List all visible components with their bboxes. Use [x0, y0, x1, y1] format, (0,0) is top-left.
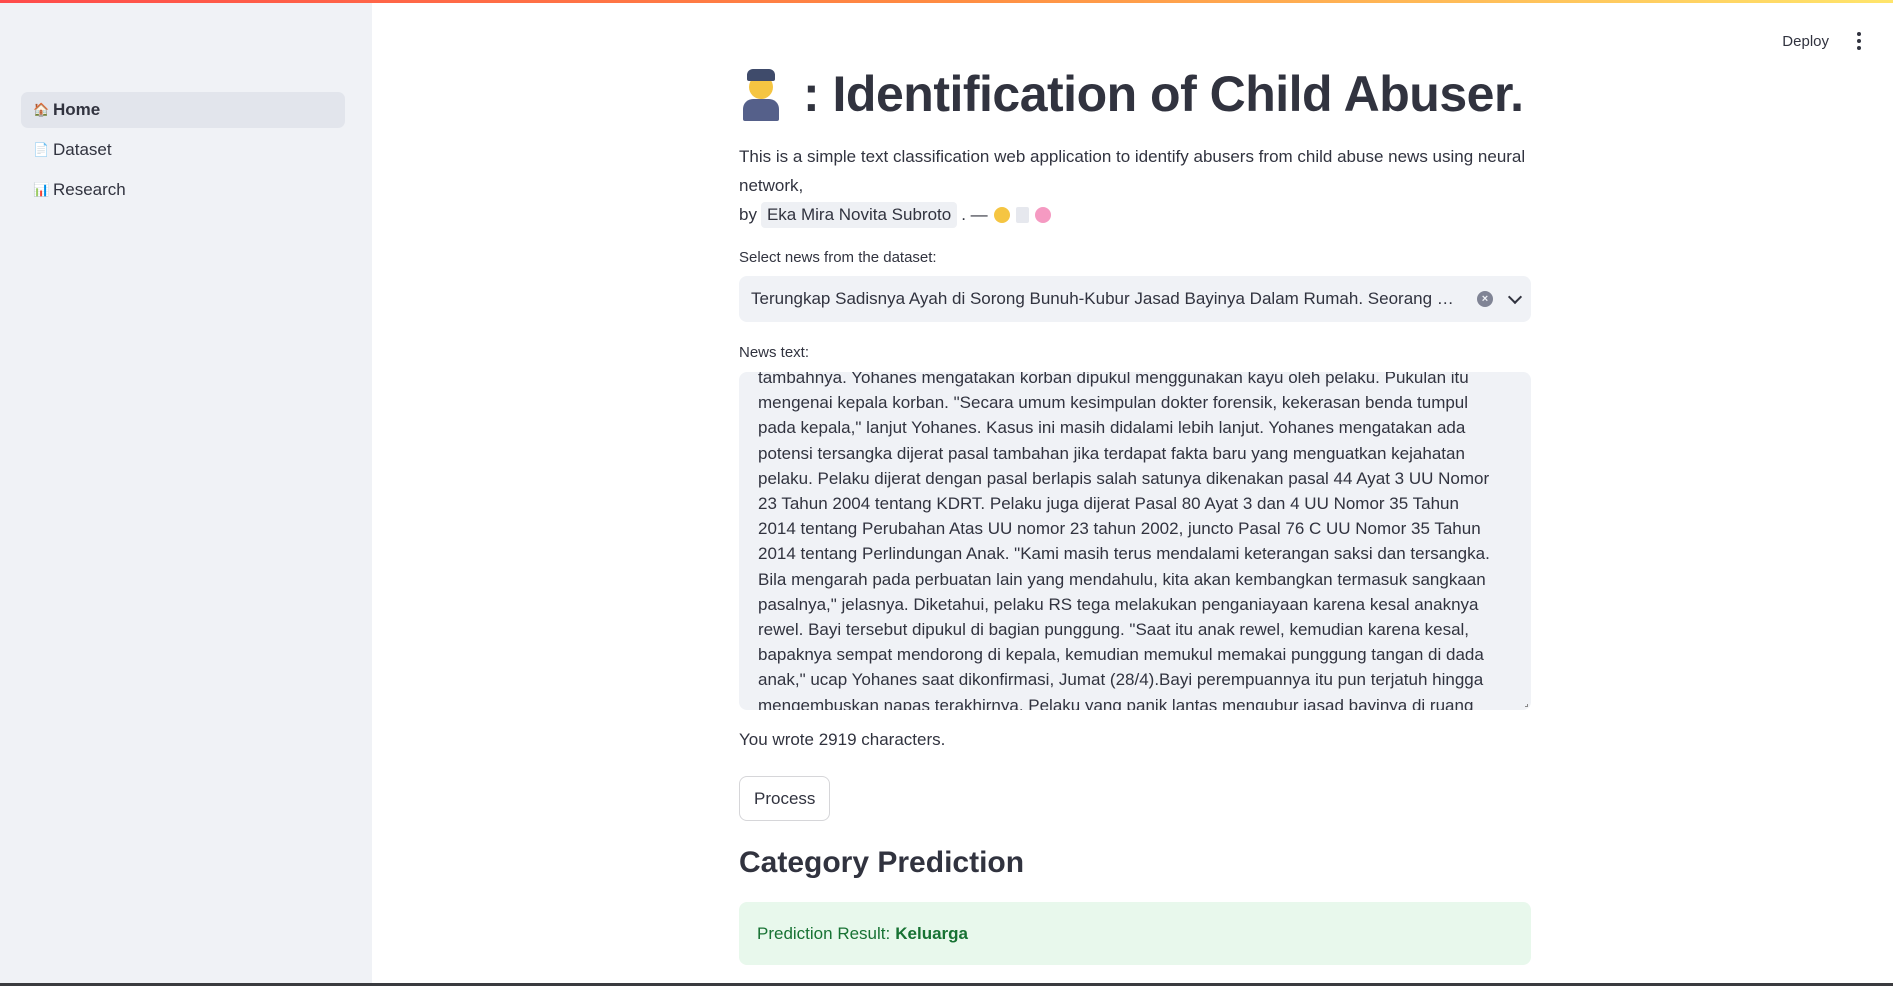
deploy-button[interactable]: Deploy: [1782, 33, 1829, 50]
prediction-result: Prediction Result: Keluarga: [739, 902, 1531, 965]
header-actions: Deploy: [1782, 28, 1865, 54]
bar-chart-icon: 📊: [33, 182, 50, 197]
old-person-icon: [993, 206, 1010, 223]
page-title-text: : Identification of Child Abuser.: [803, 66, 1524, 122]
document-icon: 📄: [33, 142, 50, 157]
police-officer-icon: [739, 67, 785, 121]
intro-text: This is a simple text classification web…: [739, 142, 1531, 229]
sidebar: 🏠 Home 📄 Dataset 📊 Research: [0, 3, 372, 983]
news-text-label: News text:: [739, 344, 810, 361]
char-count: You wrote 2919 characters.: [739, 730, 946, 749]
news-select[interactable]: Terungkap Sadisnya Ayah di Sorong Bunuh-…: [739, 276, 1531, 322]
clear-icon[interactable]: ×: [1477, 291, 1493, 307]
sidebar-item-label: Home: [53, 100, 101, 119]
by-label: by: [739, 205, 757, 224]
resize-handle[interactable]: [1525, 704, 1528, 707]
prediction-heading: Category Prediction: [739, 846, 1025, 879]
sidebar-nav: 🏠 Home 📄 Dataset 📊 Research: [21, 92, 345, 212]
sidebar-item-research[interactable]: 📊 Research: [21, 172, 345, 208]
news-text-area[interactable]: tambahnya. Yohanes mengatakan korban dip…: [739, 372, 1531, 710]
select-label: Select news from the dataset:: [739, 249, 937, 266]
sidebar-item-home[interactable]: 🏠 Home: [21, 92, 345, 128]
brain-icon: [1034, 206, 1051, 223]
process-button[interactable]: Process: [739, 776, 831, 821]
chevron-down-icon[interactable]: [1507, 289, 1523, 304]
sidebar-item-label: Dataset: [53, 140, 112, 159]
more-menu-icon[interactable]: [1853, 28, 1865, 54]
news-select-value: Terungkap Sadisnya Ayah di Sorong Bunuh-…: [751, 289, 1463, 308]
house-icon: 🏠: [33, 102, 50, 117]
author-name: Eka Mira Novita Subroto: [760, 201, 958, 228]
sidebar-item-dataset[interactable]: 📄 Dataset: [21, 132, 345, 168]
prediction-prefix: Prediction Result:: [757, 923, 891, 943]
news-text-content: tambahnya. Yohanes mengatakan korban dip…: [758, 372, 1490, 710]
document-icon: [1015, 206, 1029, 223]
prediction-value: Keluarga: [895, 923, 968, 943]
sidebar-item-label: Research: [53, 180, 126, 199]
page-title: : Identification of Child Abuser.: [739, 62, 1531, 126]
author-suffix: . —: [961, 205, 988, 224]
description: This is a simple text classification web…: [739, 147, 1526, 195]
author-line: by Eka Mira Novita Subroto . —: [739, 200, 1531, 229]
